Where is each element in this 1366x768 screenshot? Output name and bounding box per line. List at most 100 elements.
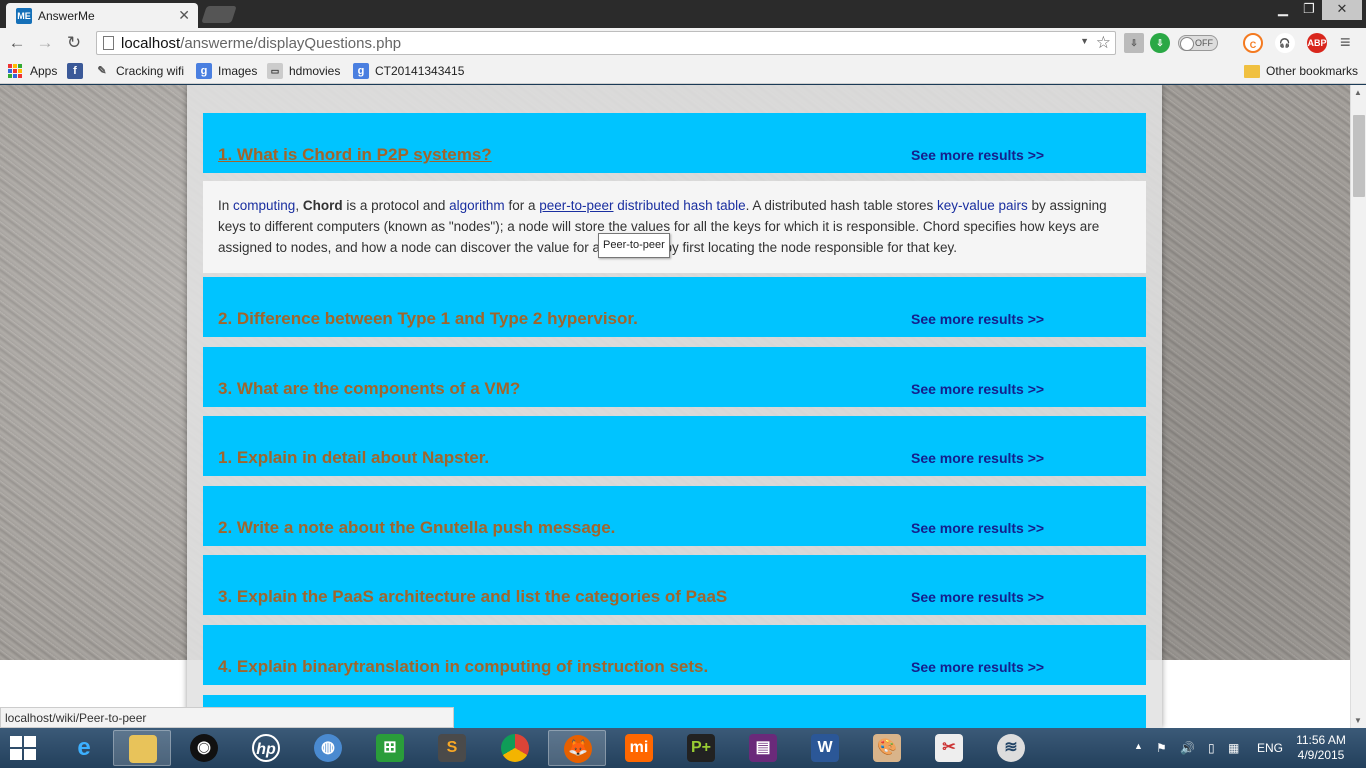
battery-icon[interactable]: ▯ <box>1208 741 1215 755</box>
paint-icon[interactable]: 🎨 <box>858 730 916 766</box>
question-title[interactable]: 3. What are the components of a VM? <box>218 379 520 399</box>
bookmark-ct[interactable]: g CT20141343415 <box>353 62 464 80</box>
new-tab-button[interactable] <box>201 6 237 23</box>
winrar-icon[interactable]: ▤ <box>734 730 792 766</box>
question-row[interactable]: 2. Write a note about the Gnutella push … <box>203 486 1146 546</box>
question-row[interactable]: 3. Explain the PaaS architecture and lis… <box>203 555 1146 615</box>
question-row[interactable]: 2. Difference between Type 1 and Type 2 … <box>203 277 1146 337</box>
firefox-icon[interactable]: 🦊 <box>548 730 606 766</box>
see-more-link[interactable]: See more results >> <box>911 450 1044 466</box>
bookmark-images[interactable]: g Images <box>196 62 257 80</box>
questions-container: 1. What is Chord in P2P systems? See mor… <box>187 85 1162 728</box>
clock-time: 11:56 AM <box>1296 733 1346 747</box>
flag-icon[interactable]: ⚑ <box>1156 741 1167 755</box>
tab-close-icon[interactable]: ✕ <box>178 7 190 24</box>
sublime-text-icon[interactable]: S <box>423 730 481 766</box>
status-bar-url: localhost/wiki/Peer-to-peer <box>0 707 454 728</box>
question-row[interactable]: 3. What are the components of a VM? See … <box>203 347 1146 407</box>
orange-ext-icon[interactable]: C <box>1243 33 1263 53</box>
folder-icon <box>1244 65 1260 78</box>
network-icon[interactable]: ▦ <box>1228 741 1239 755</box>
bookmark-other-label: Other bookmarks <box>1266 64 1359 78</box>
google-icon: g <box>196 63 212 79</box>
forward-arrow-icon[interactable]: → <box>34 32 56 54</box>
tray-expand-icon[interactable]: ▲ <box>1134 741 1143 751</box>
link-tooltip: Peer-to-peer <box>598 233 670 258</box>
download-ext-icon[interactable]: ⇩ <box>1124 33 1144 53</box>
bookmark-facebook[interactable]: f <box>67 62 83 80</box>
headphones-icon[interactable]: 🎧 <box>1275 33 1295 53</box>
link-peer-to-peer[interactable]: peer-to-peer <box>539 198 613 213</box>
question-title[interactable]: 1. What is Chord in P2P systems? <box>218 145 492 165</box>
bookmark-label: hdmovies <box>289 64 341 78</box>
see-more-link[interactable]: See more results >> <box>911 659 1044 675</box>
snipping-tool-icon[interactable]: ✂ <box>920 730 978 766</box>
page-viewport: 1. What is Chord in P2P systems? See mor… <box>0 85 1350 728</box>
bookmark-label: Images <box>218 64 258 78</box>
question-row[interactable]: 4. Explain binarytranslation in computin… <box>203 625 1146 685</box>
maximize-button[interactable]: ❐ <box>1296 0 1322 20</box>
link-distributed-hash-table[interactable]: distributed hash table <box>617 198 745 213</box>
see-more-link[interactable]: See more results >> <box>911 589 1044 605</box>
tab-title: AnswerMe <box>38 9 95 23</box>
term-chord: Chord <box>302 198 343 213</box>
mi-icon[interactable]: mi <box>610 730 668 766</box>
file-explorer-icon[interactable] <box>113 730 171 766</box>
wifi-app-icon[interactable]: ≋ <box>982 730 1040 766</box>
bookmark-label: CT20141343415 <box>375 64 465 78</box>
word-icon[interactable]: W <box>796 730 854 766</box>
bookmark-apps[interactable]: Apps <box>8 62 57 80</box>
question-title[interactable]: 2. Write a note about the Gnutella push … <box>218 518 615 538</box>
pplus-icon[interactable]: P+ <box>672 730 730 766</box>
link-computing[interactable]: computing <box>233 198 295 213</box>
link-key-value-pairs[interactable]: key-value pairs <box>937 198 1028 213</box>
bookmark-hdmovies[interactable]: ▭ hdmovies <box>267 62 340 80</box>
question-row[interactable]: 1. What is Chord in P2P systems? See mor… <box>203 113 1146 173</box>
reload-icon[interactable]: ↻ <box>63 32 85 54</box>
ie-icon[interactable]: e <box>55 730 113 766</box>
link-algorithm[interactable]: algorithm <box>449 198 505 213</box>
webcam-app-icon[interactable]: ◉ <box>175 730 233 766</box>
bookmark-star-icon[interactable]: ☆ <box>1096 33 1111 53</box>
facebook-icon: f <box>67 63 83 79</box>
see-more-link[interactable]: See more results >> <box>911 311 1044 327</box>
question-title[interactable]: 1. Explain in detail about Napster. <box>218 448 489 468</box>
green-download-icon[interactable]: ⇩ <box>1150 33 1170 53</box>
question-title[interactable]: 4. Explain binarytranslation in computin… <box>218 657 708 677</box>
scroll-thumb[interactable] <box>1353 115 1365 197</box>
off-toggle[interactable]: OFF <box>1178 35 1218 51</box>
tab-answerme[interactable]: ME AnswerMe ✕ <box>6 3 198 28</box>
menu-icon[interactable]: ≡ <box>1340 32 1351 53</box>
minimize-button[interactable]: ▁ <box>1270 0 1296 20</box>
see-more-link[interactable]: See more results >> <box>911 147 1044 163</box>
answerme-favicon-icon: ME <box>16 8 32 24</box>
address-bar[interactable]: localhost/answerme/displayQuestions.php … <box>96 31 1116 55</box>
question-row[interactable]: 1. Explain in detail about Napster. See … <box>203 416 1146 476</box>
see-more-link[interactable]: See more results >> <box>911 381 1044 397</box>
chrome-icon[interactable] <box>486 730 544 766</box>
windows-start-icon[interactable] <box>10 736 38 760</box>
answer-panel: In computing, Chord is a protocol and al… <box>203 181 1146 273</box>
bookmark-other[interactable]: Other bookmarks <box>1244 62 1358 80</box>
back-arrow-icon[interactable]: ← <box>6 32 28 54</box>
scroll-up-icon[interactable]: ▲ <box>1354 88 1362 97</box>
omnibox-dropdown-icon[interactable]: ▼ <box>1080 36 1089 46</box>
language-indicator[interactable]: ENG <box>1257 741 1283 755</box>
close-window-button[interactable]: ✕ <box>1322 0 1362 20</box>
url-text[interactable]: localhost/answerme/displayQuestions.php <box>121 35 401 52</box>
google-icon: g <box>353 63 369 79</box>
bookmark-cracking-wifi[interactable]: ✎ Cracking wifi <box>94 62 184 80</box>
globe-app-icon[interactable]: ◍ <box>299 730 357 766</box>
see-more-link[interactable]: See more results >> <box>911 520 1044 536</box>
bookmark-apps-label: Apps <box>30 64 58 78</box>
question-title[interactable]: 2. Difference between Type 1 and Type 2 … <box>218 309 638 329</box>
clock[interactable]: 11:56 AM 4/9/2015 <box>1290 733 1352 763</box>
question-title[interactable]: 3. Explain the PaaS architecture and lis… <box>218 587 727 607</box>
volume-icon[interactable]: 🔊 <box>1180 741 1195 755</box>
hp-icon[interactable]: hp <box>237 730 295 766</box>
page-bookmark-icon: ▭ <box>267 63 283 79</box>
windows-store-icon[interactable]: ⊞ <box>361 730 419 766</box>
scroll-down-icon[interactable]: ▼ <box>1354 716 1362 725</box>
page-scrollbar[interactable]: ▲ ▼ <box>1350 85 1366 728</box>
adblock-icon[interactable]: ABP <box>1307 33 1327 53</box>
